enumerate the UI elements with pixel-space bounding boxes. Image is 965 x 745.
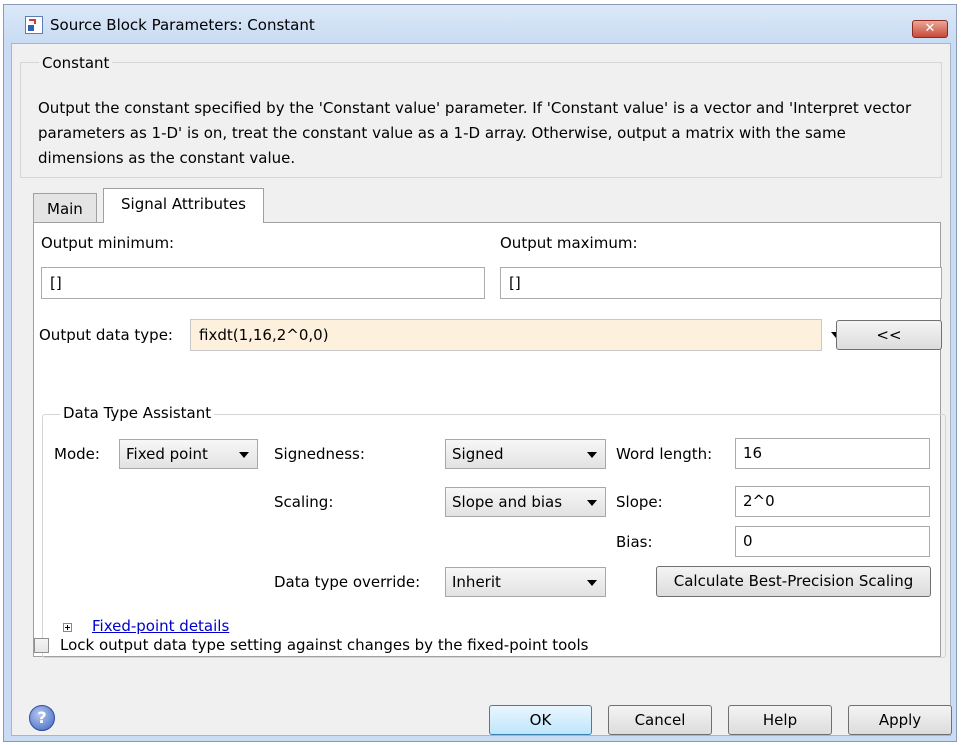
bias-field[interactable]: 0: [735, 526, 930, 557]
window-title: Source Block Parameters: Constant: [50, 16, 315, 34]
ok-label: OK: [529, 711, 552, 729]
cancel-label: Cancel: [634, 711, 686, 729]
apply-button[interactable]: Apply: [848, 705, 952, 735]
bias-label: Bias:: [616, 533, 653, 551]
assistant-toggle-button[interactable]: <<: [836, 320, 942, 350]
data-type-override-label: Data type override:: [274, 573, 421, 591]
scaling-value: Slope and bias: [452, 493, 563, 511]
chevron-down-icon: [587, 500, 597, 506]
tab-main-label: Main: [47, 200, 83, 218]
apply-label: Apply: [878, 711, 922, 729]
data-type-override-select[interactable]: Inherit: [445, 567, 606, 597]
bias-value: 0: [743, 532, 753, 550]
signedness-select[interactable]: Signed: [445, 439, 606, 469]
mode-select[interactable]: Fixed point: [119, 439, 258, 469]
output-maximum-label: Output maximum:: [500, 234, 638, 252]
help-button[interactable]: Help: [728, 705, 832, 735]
output-minimum-value: []: [50, 274, 62, 292]
mode-label: Mode:: [54, 445, 100, 463]
calculate-scaling-button[interactable]: Calculate Best-Precision Scaling: [656, 566, 931, 597]
word-length-field[interactable]: 16: [735, 438, 930, 469]
lock-data-type-checkbox[interactable]: [34, 638, 49, 653]
slope-field[interactable]: 2^0: [735, 486, 930, 517]
tab-signal-attributes[interactable]: Signal Attributes: [103, 188, 264, 223]
output-data-type-value: fixdt(1,16,2^0,0): [199, 326, 329, 344]
calculate-scaling-label: Calculate Best-Precision Scaling: [673, 572, 914, 590]
expand-plus-icon[interactable]: [63, 623, 72, 632]
cancel-button[interactable]: Cancel: [608, 705, 712, 735]
ok-button[interactable]: OK: [489, 705, 592, 735]
description-text: Output the constant specified by the 'Co…: [38, 99, 912, 167]
output-maximum-value: []: [509, 274, 521, 292]
tab-signal-attributes-label: Signal Attributes: [121, 195, 246, 213]
output-data-type-combo[interactable]: fixdt(1,16,2^0,0): [190, 319, 841, 351]
dialog-client-area: Constant Output the constant specified b…: [11, 43, 952, 736]
output-minimum-field[interactable]: []: [41, 267, 485, 299]
chevron-down-icon: [587, 452, 597, 458]
data-type-assistant-group: Data Type Assistant Mode: Fixed point Si…: [42, 404, 946, 658]
help-icon[interactable]: ?: [29, 705, 55, 731]
close-button[interactable]: ✕: [912, 20, 948, 38]
fixed-point-details-link[interactable]: Fixed-point details: [92, 617, 229, 635]
close-icon: ✕: [924, 21, 936, 36]
scaling-label: Scaling:: [274, 493, 334, 511]
slope-label: Slope:: [616, 493, 663, 511]
slope-value: 2^0: [743, 492, 775, 510]
title-bar[interactable]: Source Block Parameters: Constant ✕: [4, 5, 956, 43]
lock-data-type-label: Lock output data type setting against ch…: [60, 636, 589, 654]
tab-main[interactable]: Main: [33, 193, 97, 222]
signedness-value: Signed: [452, 445, 504, 463]
assistant-toggle-label: <<: [876, 326, 902, 344]
output-minimum-label: Output minimum:: [41, 234, 175, 252]
help-label: Help: [762, 711, 798, 729]
signedness-label: Signedness:: [274, 445, 365, 463]
output-data-type-label: Output data type:: [39, 326, 173, 344]
description-legend: Constant: [39, 54, 113, 72]
word-length-value: 16: [743, 444, 763, 462]
signal-attributes-panel: Output minimum: [] Output maximum: [] Ou…: [33, 222, 946, 658]
dialog-window: Source Block Parameters: Constant ✕ Cons…: [3, 4, 957, 742]
chevron-down-icon: [587, 580, 597, 586]
mode-value: Fixed point: [126, 445, 208, 463]
output-maximum-field[interactable]: []: [500, 267, 942, 299]
data-type-assistant-legend: Data Type Assistant: [60, 404, 215, 422]
word-length-label: Word length:: [616, 445, 713, 463]
scaling-select[interactable]: Slope and bias: [445, 487, 606, 517]
simulink-block-icon: [25, 16, 43, 34]
chevron-down-icon: [239, 452, 249, 458]
data-type-override-value: Inherit: [452, 573, 501, 591]
